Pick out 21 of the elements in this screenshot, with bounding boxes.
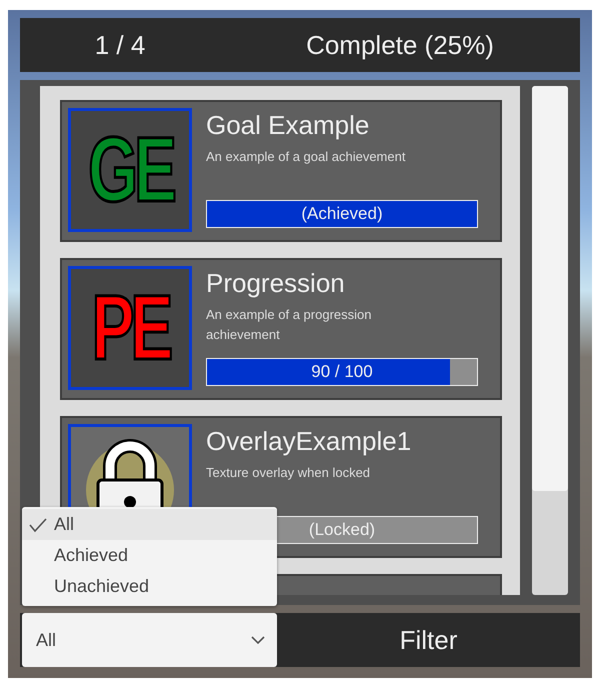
progress-label: (Achieved) [300,203,384,225]
chevron-down-icon [251,636,265,644]
achievement-description: An example of a progression achievement [206,306,372,344]
icon-lettering: PE [91,282,169,374]
icon-lettering: GE [88,124,172,216]
progress-label: 90 / 100 [310,361,374,383]
filter-dropdown[interactable]: All [22,613,277,667]
filter-label: Filter [398,624,458,656]
achievement-title: OverlayExample1 [206,426,412,457]
achievement-title: Progression [206,268,346,299]
dropdown-option[interactable]: Unachieved [22,571,277,602]
completion-label: Complete (25%) [305,30,495,60]
scrollbar-thumb[interactable] [532,86,568,491]
scrollbar[interactable] [532,86,568,595]
achievement-title: Goal Example [206,110,370,141]
dropdown-option[interactable]: Achieved [22,540,277,571]
dropdown-option[interactable]: All [22,509,277,540]
checkmark-icon [28,516,48,532]
achievement-description: Texture overlay when locked [206,464,372,482]
achievement-count: 1 / 4 [94,30,146,60]
achievement-description: An example of a goal achievement [206,148,406,166]
